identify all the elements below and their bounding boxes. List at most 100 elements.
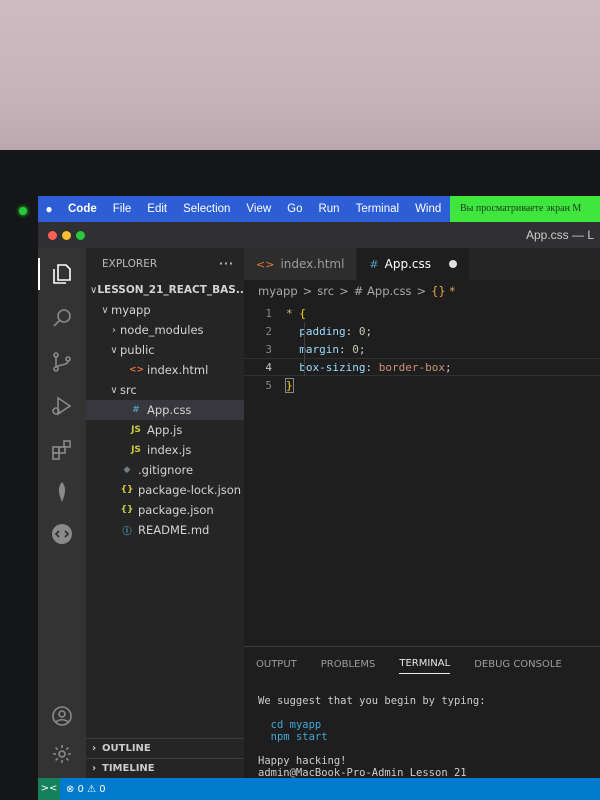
tree-item-label: index.html	[147, 363, 209, 377]
maximize-window-button[interactable]	[76, 231, 85, 240]
unsaved-dot-icon[interactable]	[449, 260, 457, 268]
breadcrumb-separator: >	[302, 284, 313, 298]
code-editor[interactable]: 1 * { 2 padding: 0; 3 margin: 0; 4 box-s…	[244, 304, 600, 394]
tree-item-label: package-lock.json	[138, 483, 242, 497]
css-property: padding	[299, 324, 346, 338]
css-property: box-sizing	[299, 360, 366, 374]
tab-label: App.css	[384, 257, 431, 271]
tab-debug-console[interactable]: DEBUG CONSOLE	[474, 655, 562, 674]
chevron-down-icon: ∨	[110, 384, 118, 396]
breadcrumb-src[interactable]: src	[317, 284, 334, 298]
account-icon[interactable]	[50, 704, 74, 728]
breadcrumb-separator: >	[339, 284, 349, 298]
chevron-right-icon: ›	[112, 324, 116, 336]
css-selector: *	[286, 306, 293, 320]
remote-indicator-icon[interactable]: ><	[38, 778, 60, 800]
file-type-icon: JS	[131, 445, 141, 455]
problems-count[interactable]: ⊗ 0 ⚠ 0	[66, 784, 106, 795]
outline-label: OUTLINE	[102, 743, 151, 754]
menu-file[interactable]: File	[105, 203, 140, 215]
tree-item[interactable]: <> index.html	[86, 360, 244, 380]
breadcrumb-symbol[interactable]: {} *	[431, 284, 455, 298]
file-type-icon: ◆	[123, 465, 131, 475]
source-control-icon[interactable]	[50, 350, 74, 374]
settings-gear-icon[interactable]	[50, 742, 74, 766]
menu-view[interactable]: View	[238, 203, 279, 215]
tab-problems[interactable]: PROBLEMS	[321, 655, 376, 674]
bottom-panel: OUTPUT PROBLEMS TERMINAL DEBUG CONSOLE W…	[244, 646, 600, 779]
menu-window[interactable]: Wind	[407, 203, 449, 215]
tree-item[interactable]: {} package.json	[86, 500, 244, 520]
outline-section[interactable]: › OUTLINE	[86, 738, 244, 758]
tree-item[interactable]: JS index.js	[86, 440, 244, 460]
tab-index-html[interactable]: <> index.html	[244, 248, 358, 280]
menu-selection[interactable]: Selection	[175, 203, 238, 215]
terminal-command: cd myapp	[270, 719, 322, 731]
line-number: 3	[265, 342, 272, 356]
terminal-output[interactable]: We suggest that you begin by typing: cd …	[244, 681, 600, 779]
file-type-icon: <>	[129, 365, 145, 375]
timeline-section[interactable]: › TIMELINE	[86, 758, 244, 778]
menu-app-name[interactable]: Code	[60, 203, 105, 215]
tree-item[interactable]: ◆ .gitignore	[86, 460, 244, 480]
window-title: App.css — L	[525, 228, 594, 242]
tree-item[interactable]: ∨ public	[86, 340, 244, 360]
tree-item[interactable]: # App.css	[86, 400, 244, 420]
apple-icon[interactable]: ●	[38, 202, 60, 216]
tree-item[interactable]: › node_modules	[86, 320, 244, 340]
menu-go[interactable]: Go	[279, 203, 310, 215]
explorer-header: EXPLORER ···	[86, 248, 244, 280]
menu-terminal[interactable]: Terminal	[348, 203, 407, 215]
tree-item[interactable]: ⓘ README.md	[86, 520, 244, 540]
tree-item[interactable]: {} package-lock.json	[86, 480, 244, 500]
tree-item-label: myapp	[111, 303, 151, 317]
code-text: margin: 0;	[299, 342, 366, 356]
close-brace: }	[285, 377, 294, 393]
tree-item-label: src	[120, 383, 137, 397]
run-debug-icon[interactable]	[50, 394, 74, 418]
chevron-down-icon: ∨	[90, 284, 98, 296]
tab-label: index.html	[280, 257, 345, 271]
screen-share-banner: Вы просматриваете экран М	[450, 196, 600, 222]
breadcrumb-myapp[interactable]: myapp	[258, 284, 298, 298]
breadcrumb: myapp > src > # App.css > {} *	[244, 280, 600, 302]
tree-item-label: index.js	[147, 443, 192, 457]
explorer-title: EXPLORER	[102, 258, 158, 270]
more-actions-icon[interactable]: ···	[219, 258, 234, 270]
css-value: 0	[352, 342, 359, 356]
close-window-button[interactable]	[48, 231, 57, 240]
menu-run[interactable]: Run	[310, 203, 347, 215]
tree-item[interactable]: ∨ myapp	[86, 300, 244, 320]
tree-item[interactable]: JS App.js	[86, 420, 244, 440]
terminal-line: We suggest that you begin by typing:	[258, 695, 486, 707]
tree-item-label: App.js	[147, 423, 183, 437]
file-type-icon: ⓘ	[122, 526, 132, 537]
tree-item[interactable]: ∨ src	[86, 380, 244, 400]
code-text: * {	[286, 307, 306, 320]
explorer-icon[interactable]	[38, 258, 74, 290]
search-icon[interactable]	[50, 306, 74, 330]
tab-app-css[interactable]: # App.css	[357, 248, 470, 280]
panel-tabs: OUTPUT PROBLEMS TERMINAL DEBUG CONSOLE	[244, 647, 600, 681]
tree-item-label: App.css	[147, 403, 192, 417]
css-value: 0	[358, 324, 366, 338]
tree-item-label: .gitignore	[138, 463, 194, 477]
tree-item-label: README.md	[138, 523, 210, 537]
minimize-window-button[interactable]	[62, 231, 71, 240]
live-share-icon[interactable]	[50, 522, 74, 546]
breadcrumb-file[interactable]: # App.css	[354, 284, 412, 298]
code-line: 2 padding: 0;	[244, 322, 600, 340]
tab-terminal[interactable]: TERMINAL	[399, 654, 451, 674]
open-brace: {	[299, 306, 306, 320]
tree-item[interactable]: ∨ LESSON_21_REACT_BAS...	[86, 280, 244, 300]
terminal-command: npm start	[270, 731, 328, 743]
tab-output[interactable]: OUTPUT	[256, 655, 297, 674]
extensions-icon[interactable]	[50, 438, 74, 462]
code-line: 3 margin: 0;	[244, 340, 600, 358]
terminal-line: Happy hacking!	[258, 755, 347, 767]
explorer-sidebar: EXPLORER ··· ∨ LESSON_21_REACT_BAS... ∨ mya…	[86, 248, 244, 778]
css-file-icon: #	[369, 257, 379, 271]
mongodb-icon[interactable]	[50, 480, 74, 504]
code-text: box-sizing: border-box;	[299, 360, 452, 374]
menu-edit[interactable]: Edit	[139, 203, 175, 215]
